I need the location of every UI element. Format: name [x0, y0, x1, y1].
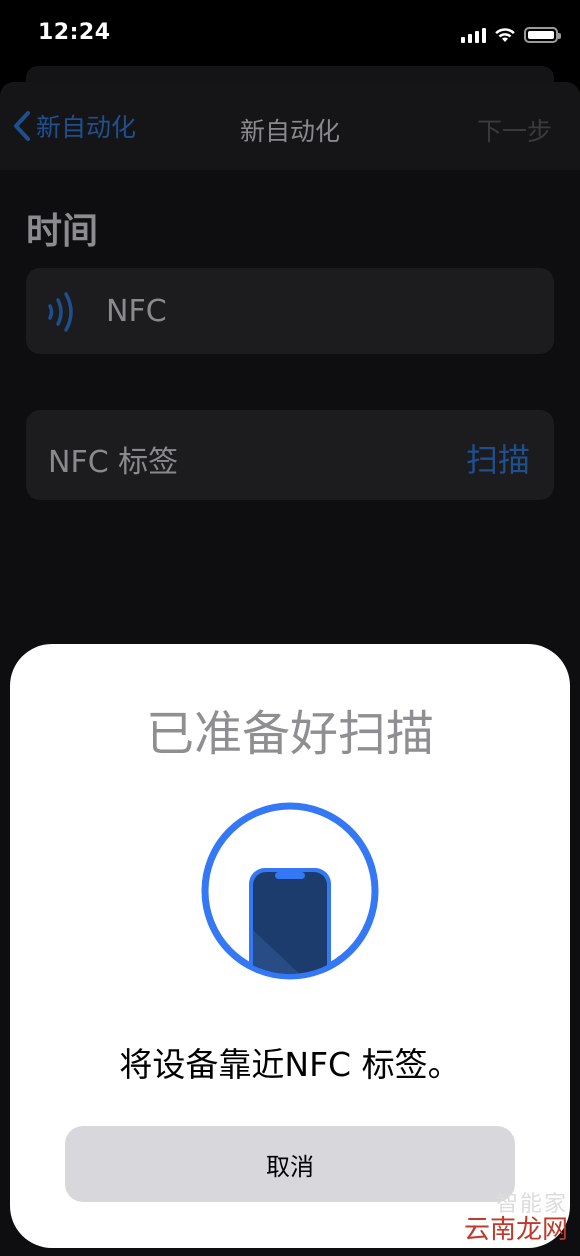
scan-sheet-title: 已准备好扫描: [145, 706, 434, 762]
status-time: 12:24: [38, 20, 111, 45]
cellular-signal-icon: [461, 27, 486, 43]
phone-in-circle-icon: [201, 802, 379, 980]
next-button[interactable]: 下一步: [477, 112, 552, 148]
status-icons: [461, 24, 561, 46]
battery-icon: [524, 27, 561, 43]
nfc-trigger-card[interactable]: NFC: [26, 268, 554, 354]
navigation-bar: 新自动化 新自动化 下一步: [0, 82, 580, 170]
nfc-icon: [48, 292, 73, 332]
section-title: 时间: [26, 211, 99, 252]
nfc-tag-row: NFC 标签 扫描: [26, 410, 554, 500]
scan-button[interactable]: 扫描: [466, 435, 530, 481]
nfc-tag-label: NFC 标签: [48, 445, 179, 480]
nfc-scan-sheet: 已准备好扫描 将设备靠近NFC 标签。 取消: [10, 644, 570, 1248]
status-bar: 12:24: [0, 0, 580, 70]
trigger-label: NFC: [106, 294, 167, 329]
scan-message: 将设备靠近NFC 标签。: [119, 1045, 461, 1084]
watermark-text: 云南龙网: [463, 1215, 568, 1245]
wifi-icon: [495, 28, 515, 42]
watermark: 智能家 云南龙网: [438, 1186, 568, 1246]
